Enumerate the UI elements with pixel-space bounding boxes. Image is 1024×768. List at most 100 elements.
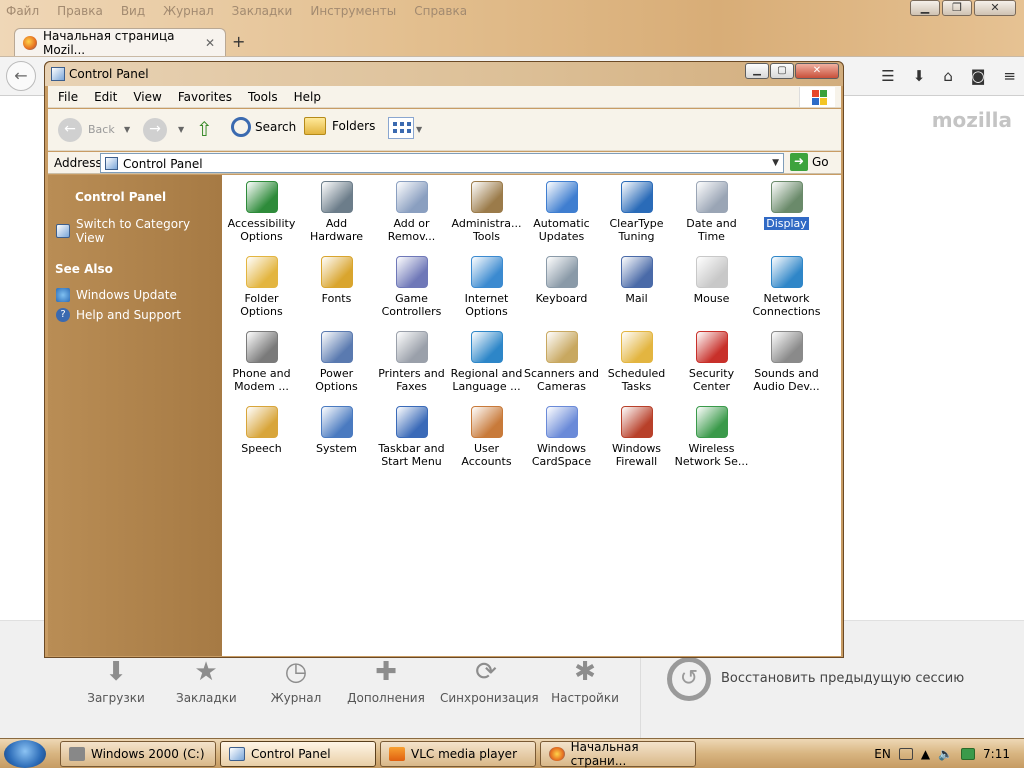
ff-close-button[interactable]: ✕ (974, 0, 1016, 16)
task-vlc[interactable]: VLC media player (380, 741, 536, 767)
cp-go-button[interactable]: ➜ Go (790, 153, 829, 171)
task-firefox[interactable]: Начальная страни... (540, 740, 696, 768)
cp-item[interactable]: Add or Remov... (374, 177, 449, 243)
ff-launch-sync[interactable]: ⟳ Синхронизация (440, 657, 539, 705)
windows-update-link[interactable]: Windows Update (56, 288, 177, 302)
cp-item[interactable]: Windows CardSpace (524, 402, 599, 468)
task-windows2000[interactable]: Windows 2000 (C:) (60, 741, 216, 767)
cp-minimize-button[interactable]: ▁ (745, 63, 769, 79)
cp-item[interactable]: System (299, 402, 374, 455)
cp-item-label-line2: Language ... (452, 380, 521, 393)
hamburger-menu-icon[interactable]: ≡ (1003, 67, 1016, 85)
chevron-down-icon[interactable]: ▼ (416, 125, 422, 134)
ff-launch-label: Загрузки (87, 691, 145, 705)
cp-maximize-button[interactable]: ▢ (770, 63, 794, 79)
cp-item[interactable]: Sounds and Audio Dev... (749, 327, 824, 393)
cp-item[interactable]: Add Hardware (299, 177, 374, 243)
forward-arrow-icon[interactable]: → (143, 118, 167, 142)
cp-item[interactable]: Speech (224, 402, 299, 455)
cp-item[interactable]: Internet Options (449, 252, 524, 318)
chevron-down-icon[interactable]: ▼ (124, 125, 130, 134)
cp-search-button[interactable]: Search (231, 117, 296, 137)
task-control-panel[interactable]: Control Panel (220, 741, 376, 767)
cp-item[interactable]: Mail (599, 252, 674, 305)
show-hidden-icons-icon[interactable]: ▲ (921, 747, 930, 761)
cp-item[interactable]: Mouse (674, 252, 749, 305)
up-folder-icon[interactable]: ⇧ (196, 117, 218, 141)
ff-menu-bookmarks[interactable]: Закладки (232, 4, 293, 18)
cp-item[interactable]: Accessibility Options (224, 177, 299, 243)
cp-item[interactable]: Administra... Tools (449, 177, 524, 243)
cp-menu-favorites[interactable]: Favorites (178, 90, 232, 104)
views-icon[interactable] (388, 117, 414, 139)
ff-tab-close-icon[interactable]: ✕ (205, 36, 215, 50)
cp-item-icon (620, 331, 653, 363)
bookmarks-list-icon[interactable]: ☰ (881, 67, 894, 85)
cp-item[interactable]: User Accounts (449, 402, 524, 468)
ff-maximize-button[interactable]: ❐ (942, 0, 972, 16)
ff-menu-edit[interactable]: Правка (57, 4, 103, 18)
cp-menu-edit[interactable]: Edit (94, 90, 117, 104)
switch-category-view-link[interactable]: Switch to Category View (56, 217, 222, 245)
cp-back-label[interactable]: Back (88, 123, 115, 136)
cp-item[interactable]: Phone and Modem ... (224, 327, 299, 393)
ff-menu-file[interactable]: Файл (6, 4, 39, 18)
ff-tab-start-page[interactable]: Начальная страница Mozil... ✕ (14, 28, 226, 57)
speaker-icon[interactable]: 🔈 (938, 747, 953, 761)
ff-menu-view[interactable]: Вид (121, 4, 145, 18)
cp-folders-button[interactable]: Folders (304, 117, 375, 135)
cp-menu-tools[interactable]: Tools (248, 90, 278, 104)
ff-launch-addons[interactable]: ✚ Дополнения (346, 657, 426, 705)
cp-item[interactable]: Windows Firewall (599, 402, 674, 468)
ff-menu-history[interactable]: Журнал (163, 4, 214, 18)
cp-item-label-line2: Cameras (537, 380, 586, 393)
cp-item[interactable]: Scanners and Cameras (524, 327, 599, 393)
cp-item[interactable]: Power Options (299, 327, 374, 393)
ff-launch-history[interactable]: ◷ Журнал (266, 657, 326, 705)
cp-item[interactable]: Wireless Network Se... (674, 402, 749, 468)
cp-item[interactable]: Automatic Updates (524, 177, 599, 243)
help-support-link[interactable]: ? Help and Support (56, 308, 181, 322)
ff-launch-downloads[interactable]: ⬇ Загрузки (86, 657, 146, 705)
control-panel-icon (51, 67, 65, 81)
network-icon[interactable] (961, 748, 976, 760)
cp-menu-help[interactable]: Help (294, 90, 321, 104)
ff-launch-bookmarks[interactable]: ★ Закладки (176, 657, 237, 705)
ff-back-button[interactable]: ← (6, 61, 36, 91)
cp-item[interactable]: Game Controllers (374, 252, 449, 318)
cp-close-button[interactable]: ✕ (795, 63, 839, 79)
cp-item[interactable]: Display (749, 177, 824, 230)
cp-item[interactable]: Folder Options (224, 252, 299, 318)
chevron-down-icon[interactable]: ▼ (772, 158, 779, 168)
cp-address-input[interactable]: Control Panel ▼ (100, 153, 784, 173)
cp-item[interactable]: Fonts (299, 252, 374, 305)
language-indicator[interactable]: EN (874, 747, 891, 761)
cp-item[interactable]: Network Connections (749, 252, 824, 318)
keyboard-icon[interactable] (898, 748, 913, 760)
cp-item[interactable]: Taskbar and Start Menu (374, 402, 449, 468)
back-arrow-icon[interactable]: ← (58, 118, 82, 142)
ff-new-tab-icon[interactable]: + (232, 32, 245, 51)
chevron-down-icon[interactable]: ▼ (178, 125, 184, 134)
cp-item[interactable]: Printers and Faxes (374, 327, 449, 393)
home-icon[interactable]: ⌂ (943, 67, 953, 85)
cp-menu-file[interactable]: File (58, 90, 78, 104)
cp-titlebar[interactable]: Control Panel ▁ ▢ ✕ (45, 62, 843, 86)
cp-item-label-line1: Administra... (451, 217, 522, 230)
cp-item[interactable]: Scheduled Tasks (599, 327, 674, 393)
cp-item[interactable]: Date and Time (674, 177, 749, 243)
download-icon[interactable]: ⬇ (913, 67, 926, 85)
cp-item[interactable]: Keyboard (524, 252, 599, 305)
clock[interactable]: 7:11 (983, 747, 1010, 761)
ff-menu-tools[interactable]: Инструменты (310, 4, 396, 18)
ff-menu-help[interactable]: Справка (414, 4, 467, 18)
cp-item[interactable]: Security Center (674, 327, 749, 393)
cp-item-label-line2: Connections (752, 305, 821, 318)
pocket-icon[interactable]: ◙ (971, 67, 986, 85)
start-button[interactable] (4, 740, 46, 768)
ff-launch-settings[interactable]: ✱ Настройки (550, 657, 620, 705)
cp-item[interactable]: Regional and Language ... (449, 327, 524, 393)
ff-minimize-button[interactable]: ▁ (910, 0, 940, 16)
cp-item[interactable]: ClearType Tuning (599, 177, 674, 243)
cp-menu-view[interactable]: View (133, 90, 161, 104)
